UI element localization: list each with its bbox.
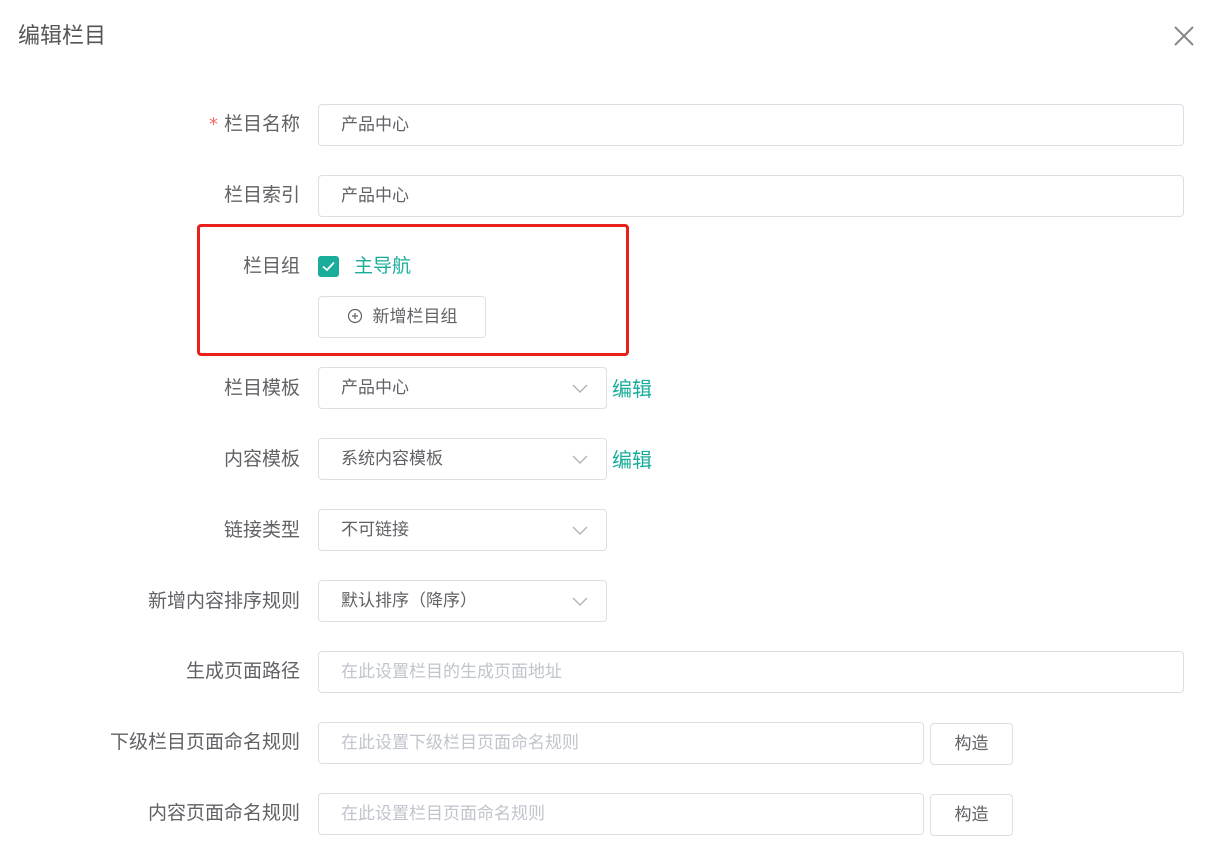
chevron-down-icon <box>572 455 588 464</box>
content-naming-build-button[interactable]: 构造 <box>930 794 1013 836</box>
content-template-value: 系统内容模板 <box>341 449 443 469</box>
child-naming-input[interactable]: 在此设置下级栏目页面命名规则 <box>318 722 924 764</box>
content-template-label: 内容模板 <box>223 448 300 470</box>
main-nav-checkbox-label[interactable]: 主导航 <box>354 254 411 278</box>
link-type-value: 不可链接 <box>341 520 409 540</box>
child-naming-build-button[interactable]: 构造 <box>930 723 1013 765</box>
chevron-down-icon <box>572 597 588 606</box>
column-template-label: 栏目模板 <box>223 377 300 399</box>
column-template-select[interactable]: 产品中心 <box>318 367 607 409</box>
page-path-label: 生成页面路径 <box>185 660 300 682</box>
check-icon <box>322 261 335 272</box>
edit-content-template-link[interactable]: 编辑 <box>612 448 652 472</box>
column-name-label: * 栏目名称 <box>208 113 300 135</box>
column-name-input[interactable]: 产品中心 <box>318 104 1184 146</box>
link-type-label: 链接类型 <box>223 519 300 541</box>
link-type-select[interactable]: 不可链接 <box>318 509 607 551</box>
close-icon[interactable] <box>1172 24 1196 48</box>
column-template-value: 产品中心 <box>341 378 409 398</box>
column-index-input[interactable]: 产品中心 <box>318 175 1184 217</box>
main-nav-checkbox[interactable] <box>318 256 339 277</box>
column-index-label: 栏目索引 <box>223 184 300 206</box>
sort-rule-select[interactable]: 默认排序（降序） <box>318 580 607 622</box>
add-column-group-label: 新增栏目组 <box>372 307 458 327</box>
sort-rule-value: 默认排序（降序） <box>341 591 477 611</box>
chevron-down-icon <box>572 384 588 393</box>
required-mark: * <box>208 114 218 135</box>
content-naming-label: 内容页面命名规则 <box>147 802 300 824</box>
dialog-title: 编辑栏目 <box>18 24 107 49</box>
sort-rule-label: 新增内容排序规则 <box>147 590 300 612</box>
add-column-group-button[interactable]: 新增栏目组 <box>318 296 486 338</box>
child-naming-label: 下级栏目页面命名规则 <box>109 731 300 753</box>
content-naming-input[interactable]: 在此设置栏目页面命名规则 <box>318 793 924 835</box>
content-template-select[interactable]: 系统内容模板 <box>318 438 607 480</box>
plus-circle-icon <box>347 308 362 324</box>
page-path-input[interactable]: 在此设置栏目的生成页面地址 <box>318 651 1184 693</box>
chevron-down-icon <box>572 526 588 535</box>
edit-column-template-link[interactable]: 编辑 <box>612 377 652 401</box>
column-group-label: 栏目组 <box>242 255 300 277</box>
